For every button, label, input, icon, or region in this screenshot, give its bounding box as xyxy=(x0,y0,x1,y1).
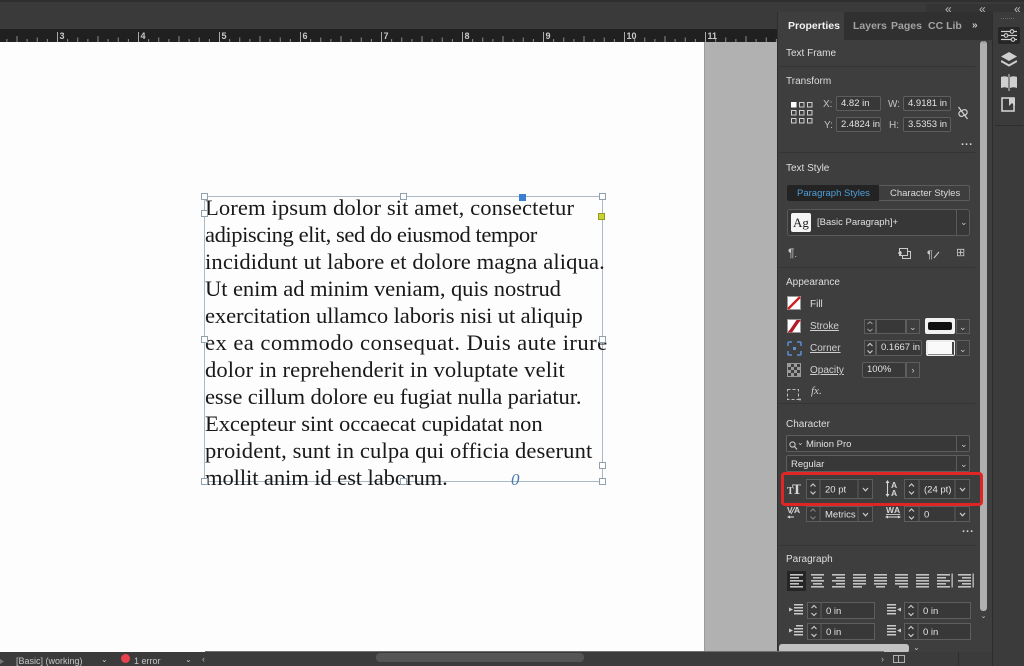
svg-text:0 in: 0 in xyxy=(826,606,841,617)
svg-text:4: 4 xyxy=(141,31,146,41)
svg-text:11: 11 xyxy=(708,31,718,41)
svg-text:3: 3 xyxy=(60,31,65,41)
svg-text:10: 10 xyxy=(627,31,637,41)
svg-text:V: V xyxy=(787,506,793,515)
svg-text:A: A xyxy=(894,506,900,515)
svg-text:7: 7 xyxy=(384,31,389,41)
svg-text:6: 6 xyxy=(303,31,308,41)
svg-text:0 in: 0 in xyxy=(826,627,841,638)
svg-text:¶: ¶ xyxy=(927,249,933,260)
svg-text:0 in: 0 in xyxy=(923,627,938,638)
svg-text:9: 9 xyxy=(546,31,551,41)
svg-text:0: 0 xyxy=(924,510,929,521)
svg-text:0 in: 0 in xyxy=(923,606,938,617)
svg-text:8: 8 xyxy=(465,31,470,41)
svg-text:5: 5 xyxy=(222,31,227,41)
svg-text:Metrics: Metrics xyxy=(825,510,856,521)
